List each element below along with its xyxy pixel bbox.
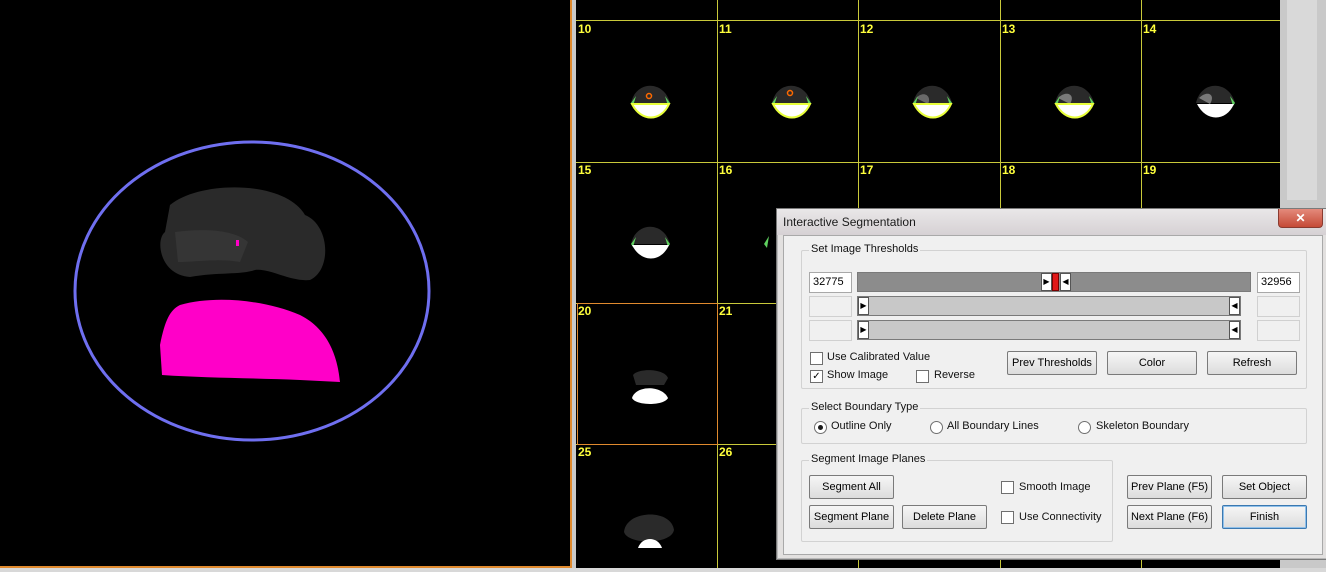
thumb-16 xyxy=(764,236,769,248)
all-boundary-lines-radio[interactable] xyxy=(930,421,943,434)
close-icon[interactable]: ✕ xyxy=(1278,209,1323,228)
reverse-label: Reverse xyxy=(934,369,975,381)
use-calibrated-checkbox[interactable] xyxy=(810,352,823,365)
color-button[interactable]: Color xyxy=(1107,351,1197,375)
thumb-12 xyxy=(912,85,953,119)
prev-thresholds-button[interactable]: Prev Thresholds xyxy=(1007,351,1097,375)
scrollbar-thumb[interactable] xyxy=(1287,0,1317,200)
main-image-view[interactable] xyxy=(0,0,572,568)
outline-only-label: Outline Only xyxy=(831,420,892,432)
all-boundary-lines-label: All Boundary Lines xyxy=(947,420,1039,432)
threshold-slider-2: ▶ ◀ xyxy=(857,296,1241,316)
skeleton-boundary-label: Skeleton Boundary xyxy=(1096,420,1189,432)
show-image-label: Show Image xyxy=(827,369,889,381)
slider-left-arrow[interactable]: ▶ xyxy=(1041,273,1052,291)
thumb-25 xyxy=(624,514,674,548)
smooth-image-label: Smooth Image xyxy=(1019,481,1091,493)
use-connectivity-checkbox[interactable] xyxy=(1001,511,1014,524)
slider-right-arrow: ◀ xyxy=(1229,321,1240,339)
skeleton-boundary-radio[interactable] xyxy=(1078,421,1091,434)
segmentation-dialog: Interactive Segmentation ✕ Set Image Thr… xyxy=(776,208,1326,560)
low-threshold-input[interactable]: 32775 xyxy=(809,272,852,293)
dialog-titlebar[interactable]: Interactive Segmentation ✕ xyxy=(777,209,1326,235)
use-connectivity-label: Use Connectivity xyxy=(1019,511,1102,523)
delete-plane-button[interactable]: Delete Plane xyxy=(902,505,987,529)
segmented-region xyxy=(160,299,340,382)
thumb-13 xyxy=(1054,85,1095,119)
bottom-border xyxy=(0,568,1326,572)
next-plane-button[interactable]: Next Plane (F6) xyxy=(1127,505,1212,529)
slider-left-arrow: ▶ xyxy=(858,321,869,339)
segment-legend: Segment Image Planes xyxy=(809,453,928,465)
show-image-checkbox[interactable]: ✓ xyxy=(810,370,823,383)
slider-thumb[interactable] xyxy=(1052,273,1059,291)
slice-image[interactable] xyxy=(0,0,570,566)
boundary-legend: Select Boundary Type xyxy=(809,401,921,413)
threshold-slider-3: ▶ ◀ xyxy=(857,320,1241,340)
thumb-15 xyxy=(631,226,670,259)
high-threshold-input-3 xyxy=(1257,320,1300,341)
prev-plane-button[interactable]: Prev Plane (F5) xyxy=(1127,475,1212,499)
dialog-title: Interactive Segmentation xyxy=(783,215,916,229)
slider-left-arrow: ▶ xyxy=(858,297,869,315)
thumb-11 xyxy=(771,85,812,119)
slider-right-arrow[interactable]: ◀ xyxy=(1060,273,1071,291)
thumb-10 xyxy=(630,85,671,119)
segment-group: Segment Image Planes xyxy=(801,453,1113,542)
thumb-14 xyxy=(1196,85,1235,118)
reverse-checkbox[interactable] xyxy=(916,370,929,383)
slider-right-arrow: ◀ xyxy=(1229,297,1240,315)
high-threshold-input-2 xyxy=(1257,296,1300,317)
marker-dot xyxy=(236,240,239,246)
selected-cell-outline xyxy=(577,303,718,445)
low-threshold-input-2 xyxy=(809,296,852,317)
threshold-slider[interactable]: ▶ ◀ xyxy=(857,272,1251,292)
use-calibrated-label: Use Calibrated Value xyxy=(827,351,931,363)
low-threshold-input-3 xyxy=(809,320,852,341)
high-threshold-input[interactable]: 32956 xyxy=(1257,272,1300,293)
finish-button[interactable]: Finish xyxy=(1222,505,1307,529)
smooth-image-checkbox[interactable] xyxy=(1001,481,1014,494)
thresholds-legend: Set Image Thresholds xyxy=(809,243,921,255)
outline-only-radio[interactable] xyxy=(814,421,827,434)
refresh-button[interactable]: Refresh xyxy=(1207,351,1297,375)
segment-all-button[interactable]: Segment All xyxy=(809,475,894,499)
dialog-body: Set Image Thresholds 32775 ▶ ◀ 32956 ▶ ◀… xyxy=(783,235,1323,555)
roi-circle xyxy=(73,140,431,442)
segment-plane-button[interactable]: Segment Plane xyxy=(809,505,894,529)
set-object-button[interactable]: Set Object xyxy=(1222,475,1307,499)
